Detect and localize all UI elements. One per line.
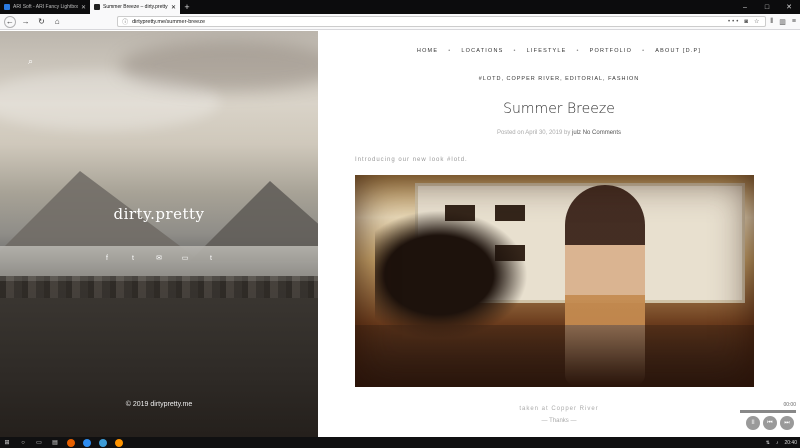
tab-title: Summer Breeze – dirty.pretty [103,4,168,10]
url-path: /summer-breeze [165,18,206,25]
new-tab-button[interactable]: + [180,0,194,14]
task-view-icon[interactable]: ▭ [35,439,43,447]
tab-title: ARI Soft - ARI Fancy Lightbox - [13,4,78,10]
twitter-icon[interactable]: t [128,253,138,263]
taskbar: ⊞ ○ ▭ ▤ ⇅ ♪ 20:40 [0,437,800,448]
mail-icon[interactable]: ✉ [154,253,164,263]
url-host: dirtypretty.me [132,18,166,25]
post-comments-link[interactable]: No Comments [583,130,621,136]
site-info-icon[interactable]: ⓘ [122,17,128,26]
close-window-button[interactable]: ✕ [778,0,800,14]
library-icon[interactable]: ⫴ [770,18,773,26]
hero-rocks [0,276,318,298]
menu-separator: • [513,48,517,54]
tab-close-icon[interactable]: ✕ [171,4,176,11]
post-image[interactable] [355,175,754,387]
menu-separator: • [642,48,646,54]
volume-icon[interactable]: ♪ [776,440,779,446]
menu-item-lifestyle[interactable]: LIFESTYLE [527,48,567,54]
menu-separator: • [576,48,580,54]
toolbar-right: ⫴ ▥ ≡ [770,18,796,26]
bookmark-star-icon[interactable]: ☆ [754,18,761,25]
address-bar[interactable]: ⓘ dirtypretty.me/summer-breeze ••• ◙ ☆ [117,16,767,27]
hero-ground [0,281,318,437]
post-content: HOME • LOCATIONS • LIFESTYLE • PORTFOLIO… [318,31,800,437]
tab-strip: ARI Soft - ARI Fancy Lightbox - ✕ Summer… [0,0,800,14]
post-by: by [564,130,571,136]
page-actions-icon[interactable]: ••• [728,19,740,25]
window-controls: – □ ✕ [734,0,800,14]
image-caption: taken at Copper River [519,406,599,412]
home-icon[interactable]: ⌂ [51,16,63,28]
tumblr-icon[interactable]: t [206,253,216,263]
second-life-icon[interactable] [99,438,107,447]
post-categories[interactable]: #LOTD, COPPER RIVER, EDITORIAL, FASHION [318,76,800,82]
clock[interactable]: 20:40 [784,440,797,446]
menu-item-home[interactable]: HOME [417,48,438,54]
post-meta: Posted on April 30, 2019 by julz No Comm… [318,130,800,136]
previous-button[interactable]: ⏮ [763,416,777,430]
post-title: Summer Breeze [503,101,615,117]
next-button[interactable]: ⏭ [780,416,794,430]
firefox-icon[interactable] [67,438,75,447]
site-favicon-icon [94,4,100,10]
system-tray: ⇅ ♪ 20:40 [766,440,797,446]
minimize-button[interactable]: – [734,0,756,14]
menu-separator: • [448,48,452,54]
image-vignette [355,175,754,387]
menu-item-locations[interactable]: LOCATIONS [461,48,503,54]
menu-icon[interactable]: ≡ [792,18,796,26]
main-menu: HOME • LOCATIONS • LIFESTYLE • PORTFOLIO… [318,48,800,54]
pause-button[interactable]: II [746,416,760,430]
search-icon[interactable]: ○ [19,439,27,447]
hero-panel: ⌕ dirty.pretty f t ✉ ▭ t © 2019 dirtypre… [0,31,318,437]
navigation-toolbar: ← → ↻ ⌂ ⓘ dirtypretty.me/summer-breeze •… [0,14,800,30]
search-icon[interactable]: ⌕ [28,56,38,66]
social-links: f t ✉ ▭ t [0,253,318,263]
menu-item-about[interactable]: ABOUT [D.P] [655,48,701,54]
player-time: 00:00 [783,402,796,408]
back-arrow-icon[interactable]: ← [4,15,16,28]
post-author[interactable]: julz [572,130,581,136]
sidebar-icon[interactable]: ▥ [779,18,786,26]
chrome-icon[interactable] [83,438,91,447]
file-explorer-icon[interactable]: ▤ [51,439,59,447]
site-logo[interactable]: dirty.pretty [0,205,318,223]
firestorm-icon[interactable] [115,438,123,447]
tab-close-icon[interactable]: ✕ [81,4,86,11]
media-player: II ⏮ ⏭ [746,416,794,430]
tab-ari-soft[interactable]: ARI Soft - ARI Fancy Lightbox - ✕ [0,0,90,14]
flickr-icon[interactable]: ▭ [180,253,190,263]
post-date[interactable]: Posted on April 30, 2019 [497,130,562,136]
maximize-button[interactable]: □ [756,0,778,14]
windows-start-icon[interactable]: ⊞ [3,439,11,447]
copyright-text: © 2019 dirtypretty.me [125,401,193,408]
facebook-icon[interactable]: f [102,253,112,263]
pocket-icon[interactable]: ◙ [744,19,750,25]
reload-icon[interactable]: ↻ [36,16,48,28]
player-progress[interactable] [740,410,796,413]
ari-favicon-icon [4,4,10,10]
network-icon[interactable]: ⇅ [766,440,770,446]
url-text[interactable]: dirtypretty.me/summer-breeze [132,19,724,25]
post-intro: Introducing our new look #lotd. [355,157,468,163]
image-caption-thanks: — Thanks — [541,418,577,424]
browser-window: ARI Soft - ARI Fancy Lightbox - ✕ Summer… [0,0,800,448]
menu-item-portfolio[interactable]: PORTFOLIO [590,48,632,54]
tab-summer-breeze[interactable]: Summer Breeze – dirty.pretty ✕ [90,0,180,14]
forward-arrow-icon[interactable]: → [20,16,32,28]
